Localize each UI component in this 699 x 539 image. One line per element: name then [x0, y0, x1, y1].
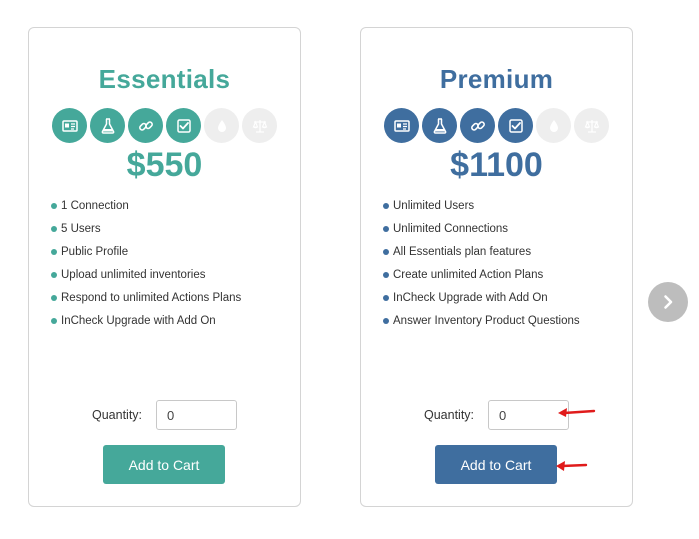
bullet-icon [51, 203, 57, 209]
feature-item: Respond to unlimited Actions Plans [51, 290, 241, 313]
scale-icon [574, 108, 609, 143]
id-card-icon [52, 108, 87, 143]
plan-card-premium: Premium $1100 Unlimited Users Unlimited … [360, 27, 633, 507]
scale-icon [242, 108, 277, 143]
plan-price: $550 [126, 146, 203, 184]
annotation-arrow-icon [556, 461, 588, 471]
feature-item: Answer Inventory Product Questions [383, 313, 580, 336]
link-icon [128, 108, 163, 143]
feature-item: 5 Users [51, 221, 241, 244]
bullet-icon [51, 226, 57, 232]
bullet-icon [51, 272, 57, 278]
bullet-icon [51, 249, 57, 255]
feature-list: Unlimited Users Unlimited Connections Al… [383, 198, 580, 336]
annotation-arrow-icon [558, 408, 596, 417]
bullet-icon [383, 318, 389, 324]
bullet-icon [383, 295, 389, 301]
checkbox-icon [166, 108, 201, 143]
bullet-icon [383, 226, 389, 232]
plan-title: Essentials [98, 64, 231, 94]
plan-card-essentials: Essentials $550 1 Connection 5 Users Pub… [28, 27, 301, 507]
flask-icon [422, 108, 457, 143]
id-card-icon [384, 108, 419, 143]
flask-icon [90, 108, 125, 143]
feature-item: Unlimited Connections [383, 221, 580, 244]
drop-icon [204, 108, 239, 143]
plan-feature-icons [361, 108, 632, 143]
feature-item: InCheck Upgrade with Add On [51, 313, 241, 336]
feature-item: 1 Connection [51, 198, 241, 221]
feature-item: InCheck Upgrade with Add On [383, 290, 580, 313]
plan-title: Premium [439, 64, 554, 94]
bullet-icon [383, 203, 389, 209]
checkbox-icon [498, 108, 533, 143]
feature-list: 1 Connection 5 Users Public Profile Uplo… [51, 198, 241, 336]
plan-feature-icons [29, 108, 300, 143]
chevron-right-icon [664, 295, 673, 309]
plan-price: $1100 [450, 146, 543, 184]
feature-item: Upload unlimited inventories [51, 267, 241, 290]
carousel-next-button[interactable] [648, 282, 688, 322]
feature-item: Create unlimited Action Plans [383, 267, 580, 290]
feature-item: Public Profile [51, 244, 241, 267]
bullet-icon [51, 318, 57, 324]
drop-icon [536, 108, 571, 143]
feature-item: Unlimited Users [383, 198, 580, 221]
quantity-input[interactable] [156, 400, 237, 430]
quantity-label: Quantity: [92, 408, 143, 422]
add-to-cart-button[interactable]: Add to Cart [103, 445, 225, 484]
link-icon [460, 108, 495, 143]
bullet-icon [383, 249, 389, 255]
quantity-label: Quantity: [424, 408, 475, 422]
bullet-icon [51, 295, 57, 301]
feature-item: All Essentials plan features [383, 244, 580, 267]
bullet-icon [383, 272, 389, 278]
add-to-cart-button[interactable]: Add to Cart [435, 445, 557, 484]
